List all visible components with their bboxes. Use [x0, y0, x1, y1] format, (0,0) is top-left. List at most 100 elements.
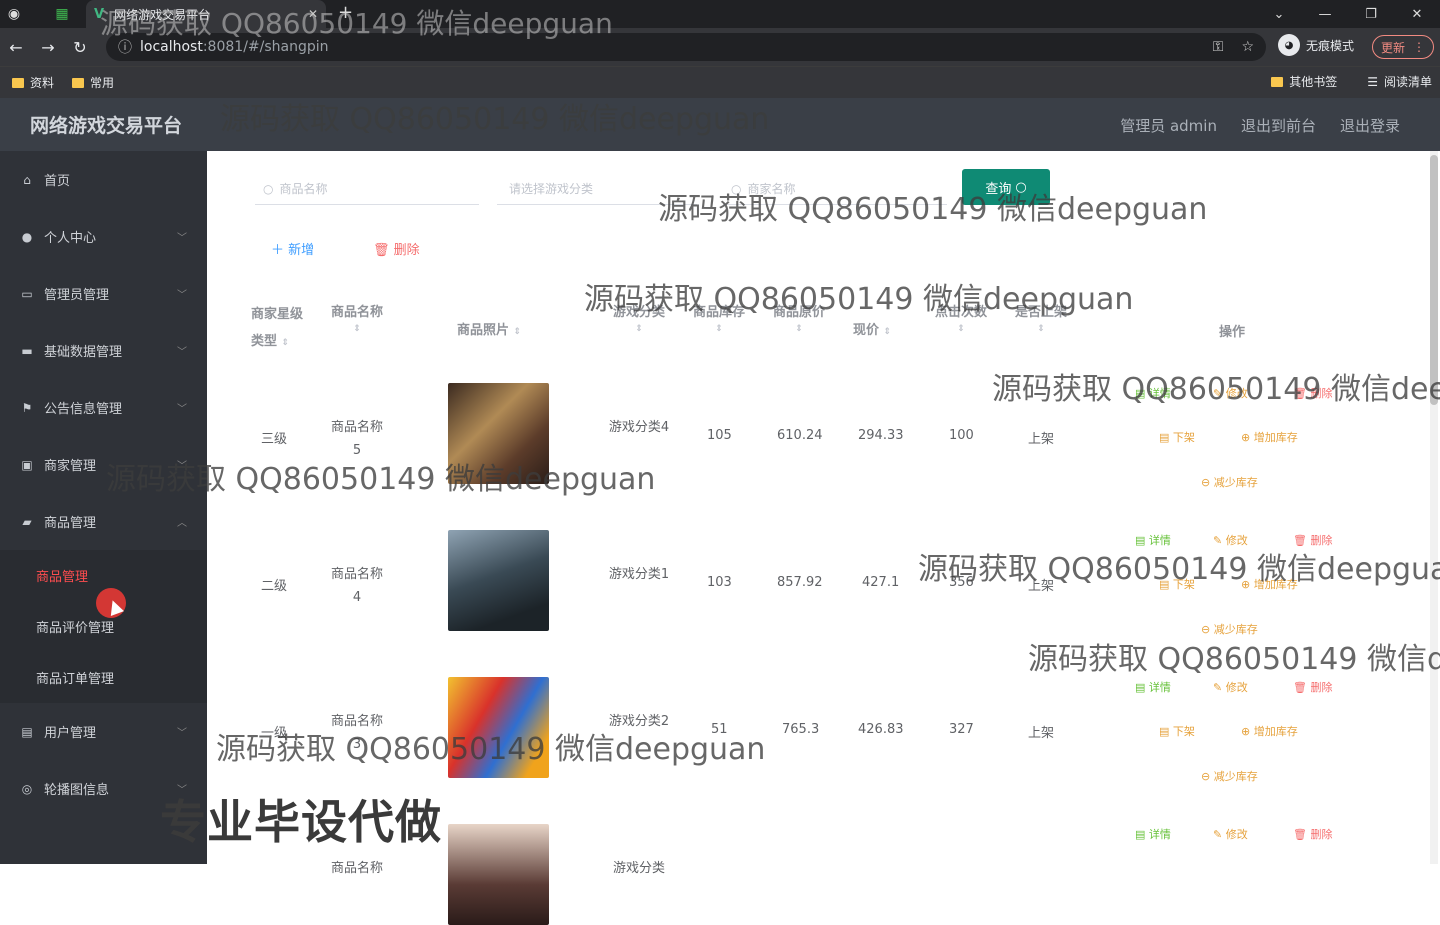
back-to-frontend-link[interactable]: 退出到前台 — [1241, 115, 1316, 136]
sort-icon[interactable]: ⇕ — [282, 338, 290, 348]
reduce-stock-button[interactable]: ⊖ 减少库存 — [1201, 474, 1258, 490]
column-header-price[interactable]: 现价 ⇕ — [853, 319, 891, 338]
sort-icon[interactable]: ⇕ — [884, 327, 892, 337]
sidebar-subitem-orders[interactable]: 商品订单管理 — [0, 652, 207, 703]
address-bar-row: ← → ↻ ⓘ localhost :8081/#/shangpin ⚿ ☆ ◕… — [0, 28, 1440, 66]
cell-category: 游戏分类4 — [608, 420, 670, 435]
scrollbar-thumb[interactable] — [1430, 155, 1438, 405]
app-icon[interactable]: ▦ — [48, 0, 76, 28]
minimize-icon[interactable]: — — [1302, 7, 1348, 22]
sort-icon[interactable]: ⇕ — [1037, 324, 1045, 334]
edit-button[interactable]: ✎ 修改 — [1213, 826, 1248, 842]
sidebar-item-basic-data[interactable]: ▬ 基础数据管理 ﹀ — [0, 322, 207, 379]
delete-button[interactable]: 🗑 删除 — [1293, 385, 1332, 401]
scrollbar[interactable] — [1430, 151, 1438, 864]
browser-tab[interactable]: V 网络游戏交易平台 ✕ — [86, 0, 326, 28]
product-photo[interactable] — [448, 677, 549, 778]
add-stock-button[interactable]: ⊕ 增加库存 — [1241, 576, 1298, 592]
column-header-name[interactable]: 商品名称 ⇕ — [327, 301, 387, 335]
column-header-photo[interactable]: 商品照片 ⇕ — [457, 319, 521, 338]
info-icon[interactable]: ⓘ — [118, 37, 132, 57]
edit-button[interactable]: ✎ 修改 — [1213, 532, 1248, 548]
update-button[interactable]: 更新 ⋮ — [1372, 35, 1434, 59]
chevron-down-icon: ﹀ — [177, 347, 187, 358]
bookmark-folder[interactable]: 资料 — [12, 74, 54, 91]
sidebar-item-notices[interactable]: ⚑ 公告信息管理 ﹀ — [0, 379, 207, 436]
sidebar-item-personal[interactable]: ● 个人中心 ﹀ — [0, 208, 207, 265]
add-button[interactable]: ＋ 新增 — [271, 239, 314, 258]
reduce-stock-button[interactable]: ⊖ 减少库存 — [1201, 621, 1258, 637]
back-icon[interactable]: ← — [0, 38, 32, 57]
delete-button[interactable]: 🗑 删除 — [1293, 826, 1332, 842]
category-select[interactable]: 请选择游戏分类 — [497, 173, 697, 205]
column-header-stock[interactable]: 商品库存 ⇕ — [687, 301, 751, 335]
column-header-clicks[interactable]: 点击次数 ⇕ — [929, 301, 993, 335]
close-tab-icon[interactable]: ✕ — [308, 7, 318, 21]
sidebar-item-home[interactable]: ⌂ 首页 — [0, 151, 207, 208]
detail-button[interactable]: ▤ 详情 — [1135, 679, 1171, 695]
column-header-category[interactable]: 游戏分类 ⇕ — [607, 301, 671, 335]
column-header-original-price[interactable]: 商品原价 ⇕ — [767, 301, 831, 335]
off-shelf-button[interactable]: ▤ 下架 — [1159, 723, 1195, 739]
column-header-level[interactable]: 商家星级类型 ⇕ — [251, 301, 311, 357]
sort-icon[interactable]: ⇕ — [957, 324, 965, 334]
more-icon: ⋮ — [1413, 40, 1425, 54]
incognito-indicator[interactable]: ◕ 无痕模式 — [1278, 34, 1354, 56]
vue-icon: V — [94, 6, 105, 22]
cell-category: 游戏分类1 — [608, 567, 670, 582]
tab-search-icon[interactable]: ⌄ — [1256, 7, 1302, 22]
reading-list[interactable]: ☰ 阅读清单 — [1367, 73, 1432, 90]
sort-icon[interactable]: ⇕ — [353, 324, 361, 334]
chrome-icon[interactable]: ◉ — [0, 0, 28, 28]
bookmark-folder[interactable]: 常用 — [72, 74, 114, 91]
edit-button[interactable]: ✎ 修改 — [1213, 679, 1248, 695]
reload-icon[interactable]: ↻ — [64, 38, 96, 57]
sidebar-item-merchants[interactable]: ▣ 商家管理 ﹀ — [0, 436, 207, 493]
detail-button[interactable]: ▤ 详情 — [1135, 385, 1171, 401]
sort-icon[interactable]: ⇕ — [635, 324, 643, 334]
delete-button[interactable]: 🗑 删除 — [1293, 532, 1332, 548]
batch-delete-button[interactable]: 🗑 删除 — [373, 239, 420, 258]
sidebar-item-users[interactable]: ▤ 用户管理 ﹀ — [0, 703, 207, 760]
chevron-down-icon: ﹀ — [177, 461, 187, 472]
cell-original-price: 765.3 — [782, 722, 820, 737]
add-stock-button[interactable]: ⊕ 增加库存 — [1241, 723, 1298, 739]
other-bookmarks[interactable]: 其他书签 — [1271, 73, 1337, 90]
delete-button[interactable]: 🗑 删除 — [1293, 679, 1332, 695]
off-shelf-button[interactable]: ▤ 下架 — [1159, 576, 1195, 592]
cell-price: 294.33 — [858, 428, 904, 443]
query-button[interactable]: 查询 ○ — [962, 169, 1050, 205]
sort-icon[interactable]: ⇕ — [514, 327, 522, 337]
user-icon: ● — [21, 229, 33, 244]
cell-price: 427.1 — [862, 575, 900, 590]
new-tab-icon[interactable]: + — [338, 2, 353, 23]
admin-user-label: 管理员 admin — [1120, 117, 1217, 135]
close-window-icon[interactable]: ✕ — [1394, 7, 1440, 22]
cell-clicks: 356 — [949, 575, 974, 590]
product-photo[interactable] — [448, 383, 549, 484]
key-icon[interactable]: ⚿ — [1213, 39, 1224, 55]
logout-link[interactable]: 退出登录 — [1340, 115, 1400, 136]
product-photo[interactable] — [448, 530, 549, 631]
detail-button[interactable]: ▤ 详情 — [1135, 826, 1171, 842]
star-icon[interactable]: ☆ — [1241, 39, 1254, 55]
merchant-name-search-input[interactable]: ○ 商家名称 — [723, 173, 947, 205]
reduce-stock-button[interactable]: ⊖ 减少库存 — [1201, 768, 1258, 784]
restore-icon[interactable]: ❐ — [1348, 7, 1394, 22]
product-photo[interactable] — [448, 824, 549, 925]
detail-button[interactable]: ▤ 详情 — [1135, 532, 1171, 548]
column-header-status[interactable]: 是否上架 ⇕ — [1009, 301, 1073, 335]
forward-icon[interactable]: → — [32, 38, 64, 57]
tab-title: 网络游戏交易平台 — [114, 7, 211, 22]
sort-icon[interactable]: ⇕ — [715, 324, 723, 334]
sort-icon[interactable]: ⇕ — [795, 324, 803, 334]
url-input[interactable]: ⓘ localhost :8081/#/shangpin ⚿ ☆ — [106, 33, 1266, 61]
off-shelf-button[interactable]: ▤ 下架 — [1159, 429, 1195, 445]
cell-status: 上架 — [1028, 726, 1055, 741]
edit-button[interactable]: ✎ 修改 — [1213, 385, 1248, 401]
product-name-search-input[interactable]: ○ 商品名称 — [255, 173, 479, 205]
cell-status: 上架 — [1028, 579, 1055, 594]
sidebar-item-products[interactable]: ▰ 商品管理 ︿ — [0, 493, 207, 550]
sidebar-item-admins[interactable]: ▭ 管理员管理 ﹀ — [0, 265, 207, 322]
add-stock-button[interactable]: ⊕ 增加库存 — [1241, 429, 1298, 445]
